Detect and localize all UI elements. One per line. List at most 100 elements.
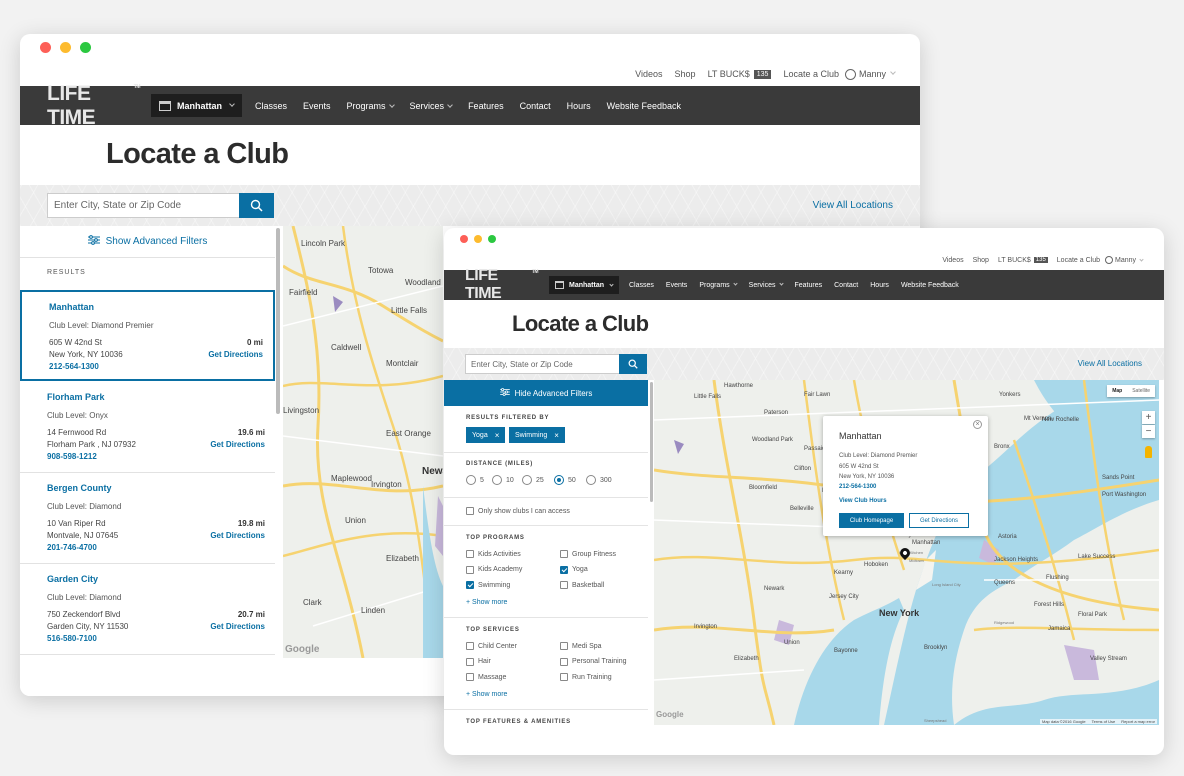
services-checkbox-personal-training[interactable]: Personal Training [560, 657, 626, 666]
nav-item-contact[interactable]: Contact [834, 282, 858, 289]
filter-tag-yoga[interactable]: Yoga × [466, 427, 506, 443]
distance-radio-25[interactable]: 25 [522, 475, 544, 485]
popup-club-homepage-button[interactable]: Club Homepage [839, 513, 904, 528]
result-phone-link[interactable]: 212-564-1300 [49, 362, 99, 371]
result-phone-link[interactable]: 201-746-4700 [47, 543, 97, 552]
front-map[interactable]: Hawthorne Fair Lawn Paterson Clifton Little … [654, 380, 1159, 725]
nav-item-features[interactable]: Features [795, 282, 823, 289]
popup-club-hours-link[interactable]: View Club Hours [839, 498, 887, 504]
utility-videos-link[interactable]: Videos [635, 69, 662, 79]
result-club-name[interactable]: Bergen County [47, 483, 112, 493]
programs-checkbox-group-fitness[interactable]: Group Fitness [560, 550, 616, 558]
nav-item-services[interactable]: Services [749, 280, 784, 289]
utility-locate-link[interactable]: Locate a Club [1057, 257, 1100, 264]
user-menu[interactable]: Manny [859, 69, 886, 79]
nav-item-classes[interactable]: Classes [255, 101, 287, 111]
nav-item-hours[interactable]: Hours [567, 101, 591, 111]
close-window-button[interactable] [40, 42, 51, 53]
user-menu[interactable]: Manny [1115, 257, 1136, 264]
close-icon[interactable]: × [973, 420, 982, 429]
services-checkbox-medi-spa[interactable]: Medi Spa [560, 642, 602, 650]
result-card[interactable]: Bergen County Club Level: Diamond 10 Van R… [20, 473, 275, 564]
advanced-filters-toggle[interactable]: Show Advanced Filters [20, 226, 275, 258]
map-type-map-button[interactable]: Map [1107, 385, 1127, 397]
services-checkbox-child-center[interactable]: Child Center [466, 642, 517, 650]
minimize-window-button[interactable] [474, 235, 482, 243]
terms-of-use-link[interactable]: Terms of Use [1092, 719, 1116, 724]
street-view-pegman-icon[interactable] [1145, 446, 1152, 458]
nav-item-classes[interactable]: Classes [629, 282, 654, 289]
services-checkbox-massage[interactable]: Massage [466, 673, 506, 681]
nav-item-hours[interactable]: Hours [870, 282, 889, 289]
nav-item-website-feedback[interactable]: Website Feedback [901, 282, 959, 289]
close-window-button[interactable] [460, 235, 468, 243]
maximize-window-button[interactable] [80, 42, 91, 53]
utility-lt-bucks-link[interactable]: LT BUCK$ [708, 69, 750, 79]
programs-checkbox-swimming[interactable]: Swimming [466, 581, 510, 589]
lifetime-logo[interactable]: LIFE TIME TM [465, 267, 539, 303]
nav-item-programs[interactable]: Programs [699, 280, 738, 289]
result-get-directions-link[interactable]: Get Directions [210, 622, 265, 631]
nav-item-events[interactable]: Events [303, 101, 331, 111]
close-icon[interactable]: × [495, 431, 500, 440]
zoom-out-button[interactable]: − [1142, 425, 1155, 438]
utility-shop-link[interactable]: Shop [675, 69, 696, 79]
club-selector[interactable]: Manhattan [549, 276, 619, 294]
close-icon[interactable]: × [554, 431, 559, 440]
result-phone-link[interactable]: 908-598-1212 [47, 452, 97, 461]
nav-item-website-feedback[interactable]: Website Feedback [607, 101, 681, 111]
result-card[interactable]: Manhattan Club Level: Diamond Premier 605 … [20, 290, 275, 381]
access-only-checkbox[interactable]: Only show clubs I can access [466, 507, 570, 515]
services-checkbox-run-training[interactable]: Run Training [560, 673, 612, 681]
utility-videos-link[interactable]: Videos [942, 257, 963, 264]
distance-radio-300[interactable]: 300 [586, 475, 612, 485]
programs-checkbox-basketball[interactable]: Basketball [560, 581, 604, 589]
location-search-input[interactable]: Enter City, State or Zip Code [47, 193, 240, 218]
minimize-window-button[interactable] [60, 42, 71, 53]
result-card[interactable]: Florham Park Club Level: Onyx 14 Fernwood … [20, 382, 275, 473]
advanced-filters-toggle[interactable]: Hide Advanced Filters [444, 380, 648, 406]
result-club-name[interactable]: Florham Park [47, 392, 105, 402]
location-search-input[interactable]: Enter City, State or Zip Code [465, 354, 620, 374]
result-phone-link[interactable]: 516-580-7100 [47, 634, 97, 643]
nav-item-services[interactable]: Services [410, 101, 453, 111]
maximize-window-button[interactable] [488, 235, 496, 243]
nav-item-features[interactable]: Features [468, 101, 504, 111]
result-get-directions-link[interactable]: Get Directions [210, 531, 265, 540]
result-card[interactable]: Garden City Club Level: Diamond 750 Zecken… [20, 564, 275, 655]
services-checkbox-hair[interactable]: Hair [466, 657, 491, 666]
popup-get-directions-button[interactable]: Get Directions [909, 513, 969, 528]
club-selector[interactable]: Manhattan [151, 94, 242, 117]
search-button[interactable] [239, 193, 274, 218]
distance-radio-10[interactable]: 10 [492, 475, 514, 485]
filter-tag-swimming[interactable]: Swimming × [509, 427, 565, 443]
utility-lt-bucks-link[interactable]: LT BUCK$ [998, 257, 1031, 264]
utility-shop-link[interactable]: Shop [973, 257, 989, 264]
nav-item-events[interactable]: Events [666, 282, 687, 289]
back-map[interactable]: Lincoln Park Totowa Woodland Park Fairfield… [283, 226, 443, 658]
result-get-directions-link[interactable]: Get Directions [208, 350, 263, 359]
utility-locate-link[interactable]: Locate a Club [783, 69, 839, 79]
search-button[interactable] [619, 354, 647, 374]
result-club-name[interactable]: Garden City [47, 574, 98, 584]
view-all-locations-link[interactable]: View All Locations [1078, 359, 1142, 368]
filters-scrollbar[interactable] [650, 382, 653, 502]
distance-radio-5[interactable]: 5 [466, 475, 484, 485]
services-show-more-link[interactable]: + Show more [466, 691, 507, 698]
result-club-name[interactable]: Manhattan [49, 302, 94, 312]
distance-radio-50[interactable]: 50 [554, 475, 576, 485]
popup-phone-link[interactable]: 212-564-1300 [839, 484, 876, 490]
lifetime-logo[interactable]: LIFE TIME TM [47, 82, 141, 130]
nav-item-contact[interactable]: Contact [520, 101, 551, 111]
zoom-in-button[interactable]: + [1142, 411, 1155, 424]
programs-checkbox-kids-academy[interactable]: Kids Academy [466, 565, 522, 574]
results-scrollbar[interactable] [276, 228, 280, 414]
programs-checkbox-kids-activities[interactable]: Kids Activities [466, 550, 521, 558]
programs-checkbox-yoga[interactable]: Yoga [560, 565, 588, 574]
view-all-locations-link[interactable]: View All Locations [813, 200, 893, 211]
map-type-satellite-button[interactable]: Satellite [1127, 385, 1155, 397]
result-get-directions-link[interactable]: Get Directions [210, 440, 265, 449]
report-map-error-link[interactable]: Report a map error [1121, 719, 1155, 724]
nav-item-programs[interactable]: Programs [347, 101, 395, 111]
programs-show-more-link[interactable]: + Show more [466, 599, 507, 606]
